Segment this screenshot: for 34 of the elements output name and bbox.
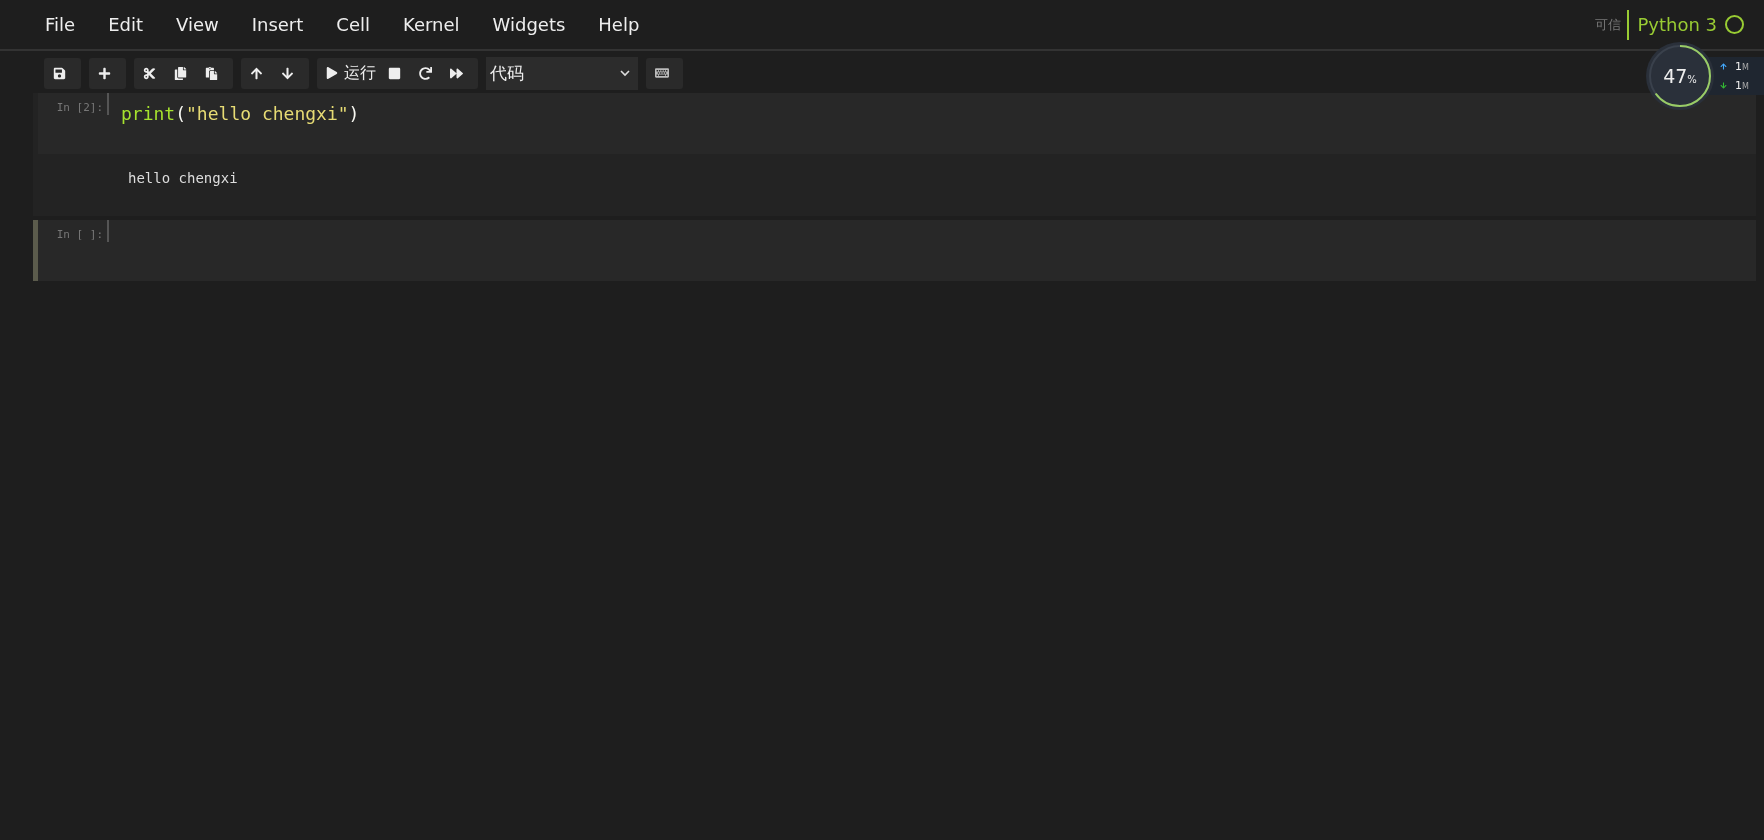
speed-reading: 1M	[1735, 60, 1749, 73]
speed-reading: 1M	[1735, 79, 1749, 92]
arrow-up-icon	[250, 66, 263, 80]
arrow-down-icon	[281, 66, 294, 80]
menu-item[interactable]: Edit	[93, 14, 158, 35]
keyboard-icon	[655, 66, 669, 80]
arrow-down-icon	[1720, 82, 1727, 89]
kernel-name: Python 3	[1637, 14, 1717, 35]
save-icon	[53, 66, 66, 80]
notebook-cell[interactable]: In [2]: print("hello chengxi") hello chengxi	[33, 93, 1756, 216]
menu-item[interactable]: File	[30, 14, 91, 35]
arrow-up-icon	[1720, 63, 1727, 70]
play-icon	[326, 67, 338, 79]
cell-prompt: In [ ]:	[38, 220, 109, 242]
cell-type-select[interactable]: 代码	[486, 56, 638, 90]
menu-item[interactable]: Cell	[321, 14, 385, 35]
plus-icon	[98, 66, 111, 80]
cell-prompt: In [2]:	[38, 93, 109, 115]
menu-item[interactable]: View	[161, 14, 234, 35]
trusted-label: 可信	[1595, 9, 1630, 40]
menu-item[interactable]: Help	[583, 14, 655, 35]
menu-item[interactable]: Kernel	[388, 14, 475, 35]
cell-output: hello chengxi	[128, 170, 238, 186]
menu-item[interactable]: Insert	[236, 14, 319, 35]
fast-forward-icon	[450, 66, 463, 80]
scissors-icon	[143, 66, 156, 80]
chevron-down-icon	[620, 69, 630, 77]
menu-item[interactable]: Widgets	[477, 14, 581, 35]
code-line: print("hello chengxi")	[120, 102, 361, 126]
stop-icon	[388, 66, 401, 80]
restart-icon	[419, 66, 432, 80]
gauge-percent: 47%	[1663, 65, 1697, 87]
paste-icon	[205, 66, 218, 80]
copy-icon	[174, 66, 187, 80]
